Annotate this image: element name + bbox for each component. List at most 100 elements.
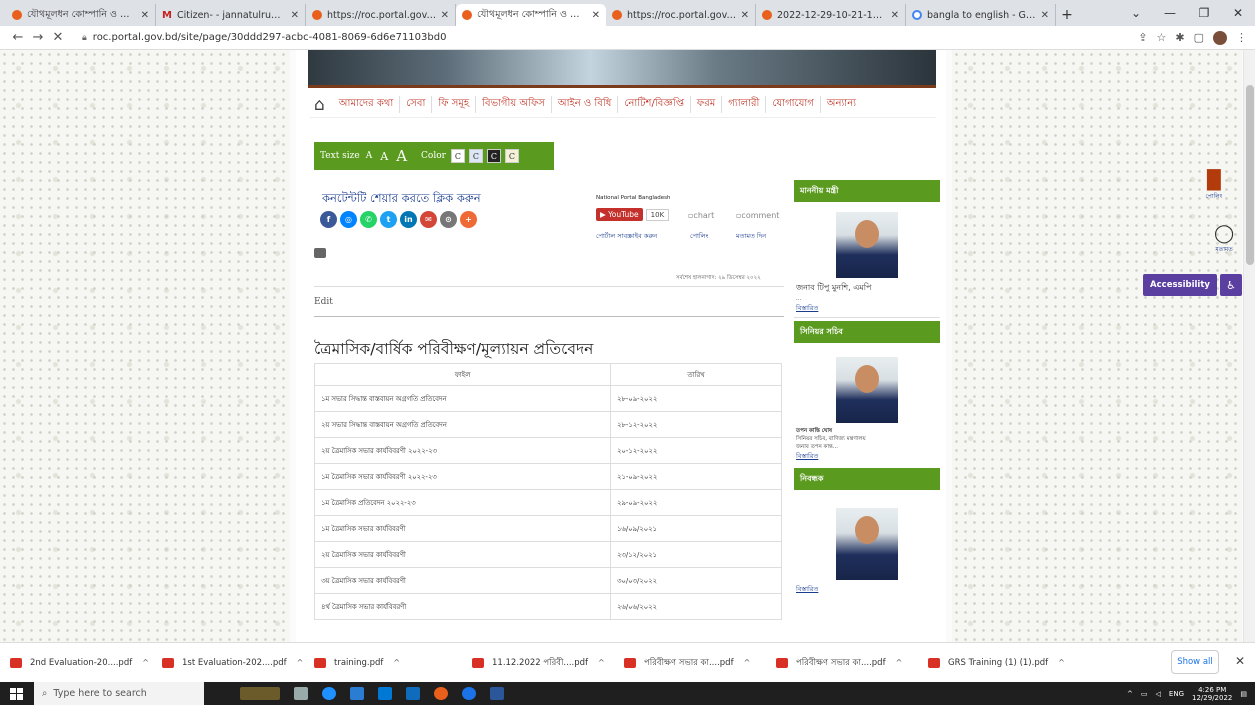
- new-tab-icon[interactable]: +: [1056, 4, 1078, 26]
- youtube-subscribe[interactable]: ▶ YouTube 10K: [596, 208, 670, 221]
- show-all-button[interactable]: Show all: [1171, 650, 1219, 674]
- accessibility-button[interactable]: Accessibility: [1143, 274, 1217, 296]
- secretary-details-link[interactable]: বিস্তারিত: [794, 451, 940, 462]
- chevron-up-icon[interactable]: ^: [142, 658, 149, 667]
- download-item[interactable]: 2nd Evaluation-20....pdf ^: [10, 657, 162, 668]
- file-cell[interactable]: ১ম ত্রৈমাসিক সভার কার্যবিবরণী: [314, 515, 611, 542]
- file-cell[interactable]: ১ম ত্রৈমাসিক সভার কার্যবিবরণী ২০২২-২৩: [314, 463, 611, 490]
- chevron-up-icon[interactable]: ^: [297, 658, 304, 667]
- close-downloads-icon[interactable]: ✕: [1235, 654, 1245, 668]
- text-size-medium[interactable]: A: [380, 150, 388, 163]
- menu-item[interactable]: গ্যালারী: [722, 96, 767, 113]
- edit-link[interactable]: Edit: [314, 297, 333, 307]
- twitter-icon[interactable]: t: [380, 211, 397, 228]
- color-swatch-blue[interactable]: C: [468, 149, 483, 163]
- youtube-button[interactable]: ▶ YouTube: [596, 208, 643, 221]
- tab-search-icon[interactable]: ⌄: [1119, 6, 1153, 20]
- download-item[interactable]: 11.12.2022 পরিবী....pdf ^: [472, 656, 624, 670]
- color-swatch-white[interactable]: C: [450, 149, 465, 163]
- scrollbar-thumb[interactable]: [1246, 85, 1254, 265]
- bookmark-star-icon[interactable]: ☆: [1157, 31, 1167, 44]
- menu-item[interactable]: আমাদের কথা: [333, 96, 401, 113]
- chevron-up-icon[interactable]: ^: [598, 658, 605, 667]
- menu-item[interactable]: সেবা: [400, 96, 433, 113]
- download-item[interactable]: পরিবীক্ষণ সভার কা....pdf ^: [776, 656, 928, 670]
- accessibility-icon[interactable]: ♿︎: [1220, 274, 1242, 296]
- file-cell[interactable]: ২য় ত্রৈমাসিক সভার কার্যবিবরণী: [314, 541, 611, 568]
- clock[interactable]: 4:26 PM 12/29/2022: [1192, 686, 1232, 702]
- comment-image[interactable]: ▫comment: [736, 211, 779, 220]
- back-icon[interactable]: ←: [8, 30, 28, 45]
- print-icon[interactable]: [314, 248, 326, 258]
- more-share-icon[interactable]: +: [460, 211, 477, 228]
- tab-close-icon[interactable]: ✕: [441, 10, 449, 21]
- poll-widget[interactable]: ▐▌ পোলিং: [1200, 170, 1228, 202]
- messenger-icon[interactable]: ◎: [340, 211, 357, 228]
- chrome-profile-icon[interactable]: [462, 687, 476, 700]
- tray-arrow-icon[interactable]: ^: [1127, 690, 1133, 698]
- text-size-small[interactable]: A: [366, 151, 373, 161]
- chevron-up-icon[interactable]: ^: [744, 658, 751, 667]
- portal-subscribe-link[interactable]: পোর্টাল সাবস্ক্রাইব করুন: [596, 231, 657, 242]
- tab-close-icon[interactable]: ✕: [891, 10, 899, 21]
- menu-item[interactable]: বিভাগীয় অফিস: [476, 96, 552, 113]
- menu-item[interactable]: ফি সমূহ: [432, 96, 477, 113]
- menu-kebab-icon[interactable]: ⋮: [1236, 31, 1247, 44]
- page-scrollbar[interactable]: [1243, 50, 1255, 642]
- network-icon[interactable]: ▭: [1141, 690, 1148, 698]
- stop-icon[interactable]: ✕: [48, 30, 68, 45]
- registrar-details-link[interactable]: বিস্তারিত: [794, 584, 940, 595]
- email-icon[interactable]: ✉: [420, 211, 437, 228]
- file-cell[interactable]: ৩য় ত্রৈমাসিক সভার কার্যবিবরণী: [314, 567, 611, 594]
- share-icon[interactable]: ⇪: [1138, 31, 1147, 44]
- tab-close-icon[interactable]: ✕: [291, 10, 299, 21]
- chevron-up-icon[interactable]: ^: [896, 658, 903, 667]
- browser-tab[interactable]: যৌথমূলধন কোম্পানি ও ফার্মসমূ ✕: [6, 4, 156, 26]
- poll-link[interactable]: পোলিং: [690, 231, 708, 242]
- store-icon[interactable]: [378, 687, 392, 700]
- color-swatch-black[interactable]: C: [486, 149, 501, 163]
- menu-item[interactable]: নোটিশ/বিজ্ঞপ্তি: [618, 96, 691, 113]
- linkedin-icon[interactable]: in: [400, 211, 417, 228]
- chevron-up-icon[interactable]: ^: [393, 658, 400, 667]
- color-swatch-yellow[interactable]: C: [504, 149, 519, 163]
- forward-icon[interactable]: →: [28, 30, 48, 45]
- minimize-icon[interactable]: —: [1153, 6, 1187, 20]
- chevron-up-icon[interactable]: ^: [1058, 658, 1065, 667]
- menu-item[interactable]: যোগাযোগ: [766, 96, 821, 113]
- extensions-icon[interactable]: ✱: [1175, 31, 1184, 44]
- file-cell[interactable]: ১ম ত্রৈমাসিক প্রতিবেদন ২০২২-২৩: [314, 489, 611, 516]
- home-icon[interactable]: ⌂: [314, 95, 325, 115]
- copy-link-icon[interactable]: ⊙: [440, 211, 457, 228]
- facebook-icon[interactable]: f: [320, 211, 337, 228]
- tab-close-icon[interactable]: ✕: [592, 10, 600, 21]
- edge-icon[interactable]: [322, 687, 336, 700]
- browser-tab[interactable]: 2022-12-29-10-21-1079f70d32 ✕: [756, 4, 906, 26]
- tab-close-icon[interactable]: ✕: [141, 10, 149, 21]
- restore-icon[interactable]: ❐: [1187, 6, 1221, 20]
- windows-start-icon[interactable]: [10, 687, 24, 700]
- word-icon[interactable]: [490, 687, 504, 700]
- opinion-link[interactable]: মতামত দিন: [736, 231, 766, 242]
- opinion-widget[interactable]: ◯ মতামত: [1214, 223, 1234, 255]
- browser-tab[interactable]: https://roc.portal.gov.bd/npfadi ✕: [606, 4, 756, 26]
- volume-icon[interactable]: ◁: [1156, 690, 1161, 698]
- browser-tab[interactable]: https://roc.portal.gov.bd/npfadi ✕: [306, 4, 456, 26]
- download-item[interactable]: পরিবীক্ষণ সভার কা....pdf ^: [624, 656, 776, 670]
- file-explorer-icon[interactable]: [350, 687, 364, 700]
- url-field[interactable]: 🔒︎ roc.portal.gov.bd/site/page/30ddd297-a…: [82, 32, 1138, 43]
- file-cell[interactable]: ৪র্থ ত্রৈমাসিক সভার কার্যবিবরণী: [314, 593, 611, 620]
- browser-tab[interactable]: M Citizen- - jannatulruma18@gma ✕: [156, 4, 306, 26]
- browser-tab[interactable]: যৌথমূলধন কোম্পানি ও ফার্মসমূ ✕: [456, 4, 606, 26]
- menu-item[interactable]: ফরম: [691, 96, 723, 113]
- minister-details-link[interactable]: বিস্তারিত: [794, 303, 940, 314]
- text-size-large[interactable]: A: [396, 147, 407, 165]
- tab-close-icon[interactable]: ✕: [1041, 10, 1049, 21]
- menu-item[interactable]: অন্যান্য: [821, 96, 862, 113]
- menu-item[interactable]: আইন ও বিধি: [552, 96, 619, 113]
- news-widget-icon[interactable]: [240, 687, 280, 700]
- file-cell[interactable]: ১ম সভার সিদ্ধান্ত বাস্তবায়ন অগ্রগতি প্র…: [314, 385, 611, 412]
- browser-tab[interactable]: bangla to english - Google Sea ✕: [906, 4, 1056, 26]
- chart-image[interactable]: ▫chart: [688, 211, 714, 220]
- tab-close-icon[interactable]: ✕: [741, 10, 749, 21]
